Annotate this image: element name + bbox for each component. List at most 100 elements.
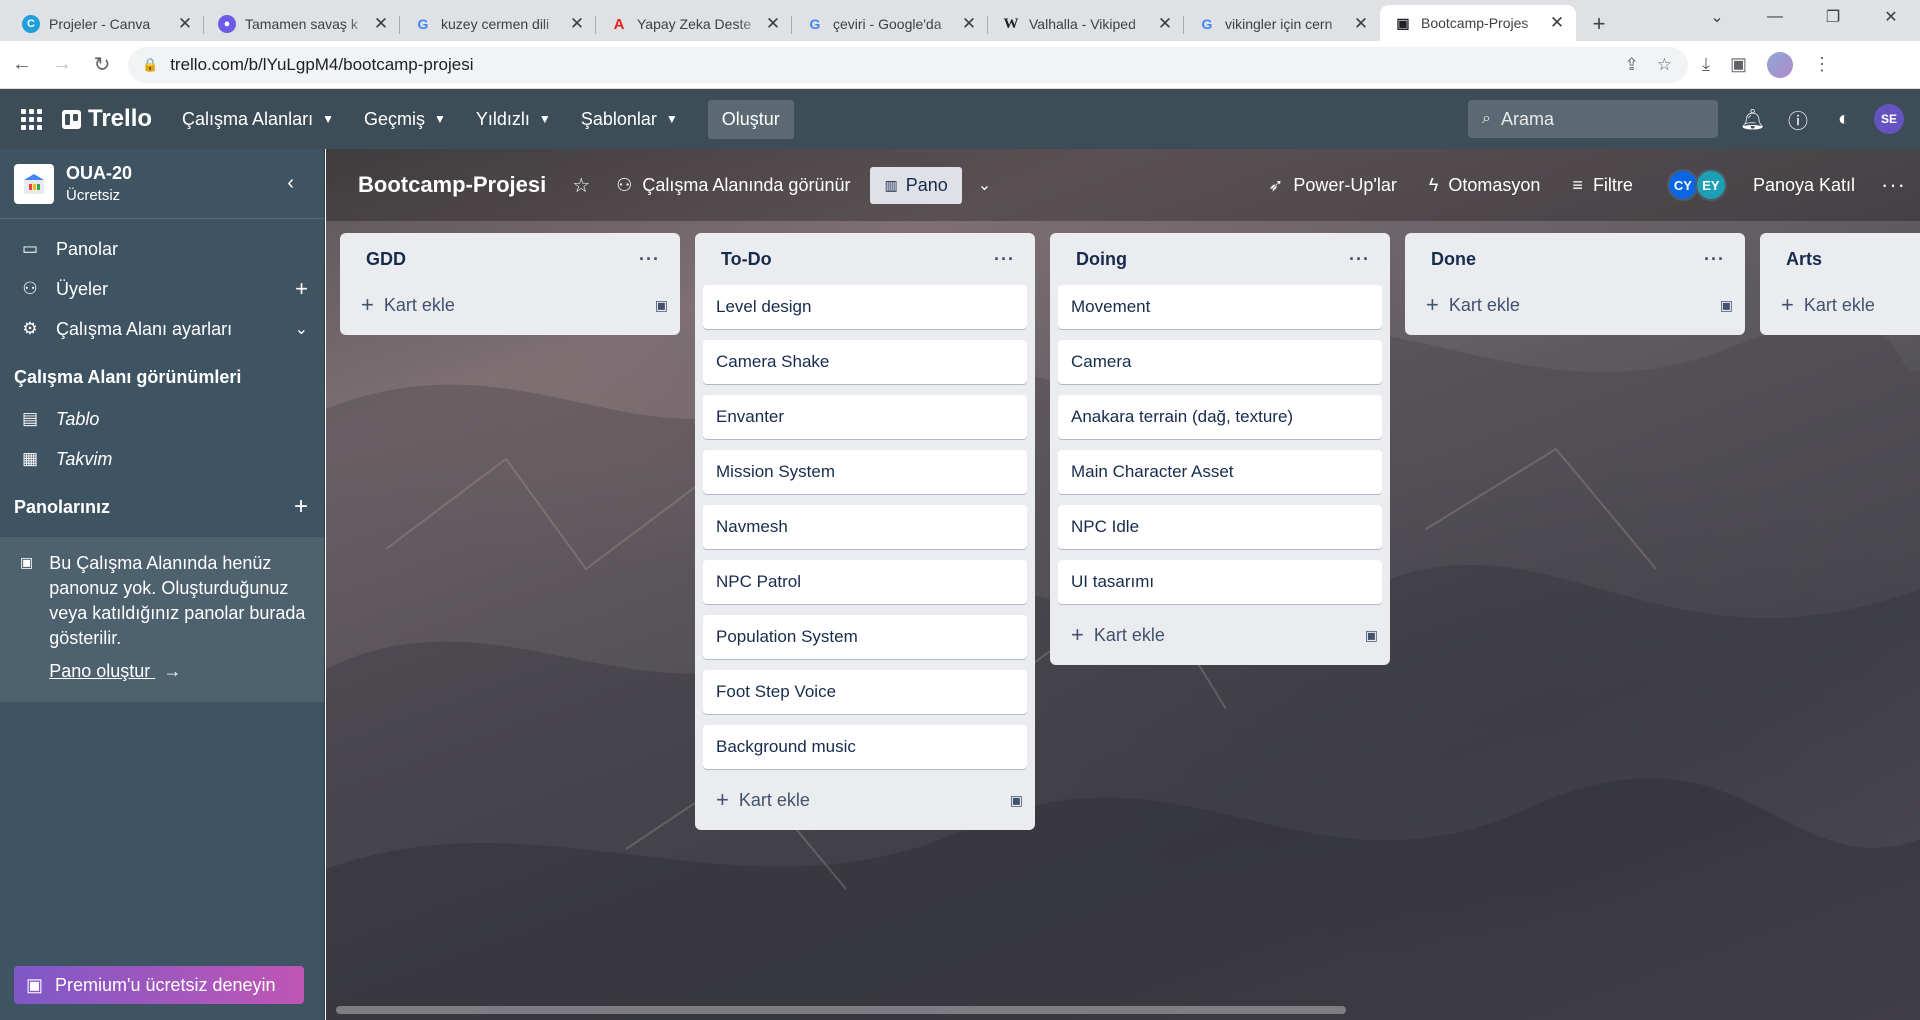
add-card-button[interactable]: + Kart ekle ▣ — [1058, 615, 1382, 655]
automation-button[interactable]: ϟ Otomasyon — [1429, 175, 1541, 196]
bookmark-star-icon[interactable]: ☆ — [1657, 55, 1672, 75]
visibility-button[interactable]: ⚇ Çalışma Alanında görünür — [616, 175, 850, 196]
card-template-icon[interactable]: ▣ — [1010, 792, 1023, 809]
chevron-down-icon[interactable]: ⌄ — [978, 175, 991, 195]
list-more-icon[interactable]: ··· — [994, 249, 1015, 270]
tab-close-icon[interactable]: ✕ — [372, 14, 390, 34]
list-header[interactable]: Doing ··· — [1058, 233, 1382, 285]
tab-close-icon[interactable]: ✕ — [1156, 14, 1174, 34]
list-more-icon[interactable]: ··· — [639, 249, 660, 270]
sidebar-item-calendar[interactable]: ▦ Takvim — [0, 439, 324, 479]
profile-avatar[interactable] — [1766, 51, 1793, 78]
sidebar-item-settings[interactable]: ⚙ Çalışma Alanı ayarları ⌄ — [0, 309, 324, 349]
card[interactable]: Camera — [1058, 340, 1382, 384]
app-switcher-icon[interactable] — [18, 106, 44, 132]
card-template-icon[interactable]: ▣ — [1365, 627, 1378, 644]
card[interactable]: Anakara terrain (dağ, texture) — [1058, 395, 1382, 439]
add-card-button[interactable]: + Kart ekle ▣ — [1413, 285, 1737, 325]
close-window-icon[interactable]: ✕ — [1862, 0, 1920, 34]
download-icon[interactable]: ⤓ — [1702, 54, 1710, 75]
sidebar-item-boards[interactable]: ▭ Panolar — [0, 229, 324, 269]
browser-tab[interactable]: W Valhalla - Vikiped ✕ — [988, 7, 1184, 41]
card[interactable]: Navmesh — [703, 505, 1027, 549]
browser-menu-icon[interactable]: ⋮ — [1813, 54, 1831, 75]
tab-close-icon[interactable]: ✕ — [1352, 14, 1370, 34]
card[interactable]: NPC Patrol — [703, 560, 1027, 604]
create-board-link[interactable]: Pano oluştur → — [49, 661, 181, 682]
browser-tab[interactable]: G kuzey cermen dili ✕ — [400, 7, 596, 41]
forward-icon[interactable]: → — [44, 47, 80, 83]
add-card-button[interactable]: + Kart ekle ▣ — [1768, 285, 1920, 325]
card[interactable]: NPC Idle — [1058, 505, 1382, 549]
list-more-icon[interactable]: ··· — [1704, 249, 1725, 270]
card-template-icon[interactable]: ▣ — [1720, 297, 1733, 314]
create-button[interactable]: Oluştur — [707, 99, 794, 139]
card[interactable]: Background music — [703, 725, 1027, 769]
side-panel-icon[interactable]: ▣ — [1730, 54, 1747, 75]
card[interactable]: Foot Step Voice — [703, 670, 1027, 714]
menu-workspaces[interactable]: Çalışma Alanları ▼ — [182, 109, 334, 130]
list-header[interactable]: To-Do ··· — [703, 233, 1027, 285]
theme-icon[interactable]: ◐ — [1832, 108, 1856, 131]
trello-logo[interactable]: Trello — [62, 105, 152, 133]
powerups-button[interactable]: ➶ Power-Up'lar — [1268, 175, 1397, 196]
minimize-icon[interactable]: — — [1746, 0, 1804, 34]
tab-close-icon[interactable]: ✕ — [764, 14, 782, 34]
reload-icon[interactable]: ↻ — [84, 47, 120, 83]
more-icon[interactable]: ··· — [1881, 172, 1906, 198]
browser-tab[interactable]: A Yapay Zeka Deste ✕ — [596, 7, 792, 41]
chevron-down-icon[interactable]: ⌄ — [295, 319, 308, 339]
premium-trial-button[interactable]: ▣ Premium'u ücretsiz deneyin — [14, 966, 304, 1004]
join-board-button[interactable]: Panoya Katıl — [1753, 175, 1855, 196]
board-title[interactable]: Bootcamp-Projesi — [358, 172, 546, 198]
menu-recent[interactable]: Geçmiş ▼ — [364, 109, 446, 130]
add-card-button[interactable]: + Kart ekle ▣ — [703, 780, 1027, 820]
tab-close-icon[interactable]: ✕ — [1548, 13, 1566, 33]
notifications-icon[interactable]: 🔔︎ — [1740, 107, 1765, 132]
list-header[interactable]: Done ··· — [1413, 233, 1737, 285]
star-icon[interactable]: ☆ — [572, 173, 590, 198]
sidebar-item-members[interactable]: ⚇ Üyeler + — [0, 269, 324, 309]
new-tab-button[interactable]: + — [1582, 7, 1616, 41]
card[interactable]: Movement — [1058, 285, 1382, 329]
horizontal-scrollbar[interactable] — [336, 1006, 1346, 1014]
card[interactable]: Main Character Asset — [1058, 450, 1382, 494]
member-avatar[interactable]: EY — [1694, 169, 1727, 201]
card[interactable]: Population System — [703, 615, 1027, 659]
restore-icon[interactable]: ❐ — [1804, 0, 1862, 34]
browser-tab-active[interactable]: ▣ Bootcamp-Projes ✕ — [1380, 5, 1576, 41]
card[interactable]: Level design — [703, 285, 1027, 329]
search-input[interactable]: ⌕ Arama — [1468, 100, 1718, 138]
url-input[interactable]: 🔒 trello.com/b/lYuLgpM4/bootcamp-projesi… — [128, 46, 1688, 83]
browser-tab[interactable]: G vikingler için cern ✕ — [1184, 7, 1380, 41]
browser-tab[interactable]: C Projeler - Canva ✕ — [8, 7, 204, 41]
list-header[interactable]: Arts ··· — [1768, 233, 1920, 285]
add-board-icon[interactable]: + — [294, 493, 308, 521]
menu-starred[interactable]: Yıldızlı ▼ — [476, 109, 551, 130]
board-view-button[interactable]: ▥ Pano — [870, 166, 962, 204]
tab-search-icon[interactable]: ⌄ — [1688, 0, 1746, 34]
tab-close-icon[interactable]: ✕ — [176, 14, 194, 34]
browser-tab[interactable]: ● Tamamen savaş k ✕ — [204, 7, 400, 41]
tab-close-icon[interactable]: ✕ — [960, 14, 978, 34]
back-icon[interactable]: ← — [4, 47, 40, 83]
lock-icon[interactable]: 🔒 — [142, 57, 158, 73]
card-template-icon[interactable]: ▣ — [655, 297, 668, 314]
add-member-icon[interactable]: + — [295, 276, 308, 302]
help-icon[interactable]: ⓘ — [1786, 105, 1810, 134]
browser-tab[interactable]: G çeviri - Google'da ✕ — [792, 7, 988, 41]
list-header[interactable]: GDD ··· — [348, 233, 672, 285]
card[interactable]: Envanter — [703, 395, 1027, 439]
menu-templates[interactable]: Şablonlar ▼ — [581, 109, 678, 130]
card[interactable]: Camera Shake — [703, 340, 1027, 384]
tab-close-icon[interactable]: ✕ — [568, 14, 586, 34]
list-more-icon[interactable]: ··· — [1349, 249, 1370, 270]
collapse-sidebar-icon[interactable]: ‹ — [287, 172, 294, 195]
filter-button[interactable]: ≡ Filtre — [1572, 175, 1633, 196]
card[interactable]: Mission System — [703, 450, 1027, 494]
sidebar-item-table[interactable]: ▤ Tablo — [0, 399, 324, 439]
add-card-button[interactable]: + Kart ekle ▣ — [348, 285, 672, 325]
card[interactable]: UI tasarımı — [1058, 560, 1382, 604]
user-avatar[interactable]: SE — [1874, 104, 1904, 134]
share-icon[interactable]: ⇪ — [1625, 55, 1639, 75]
